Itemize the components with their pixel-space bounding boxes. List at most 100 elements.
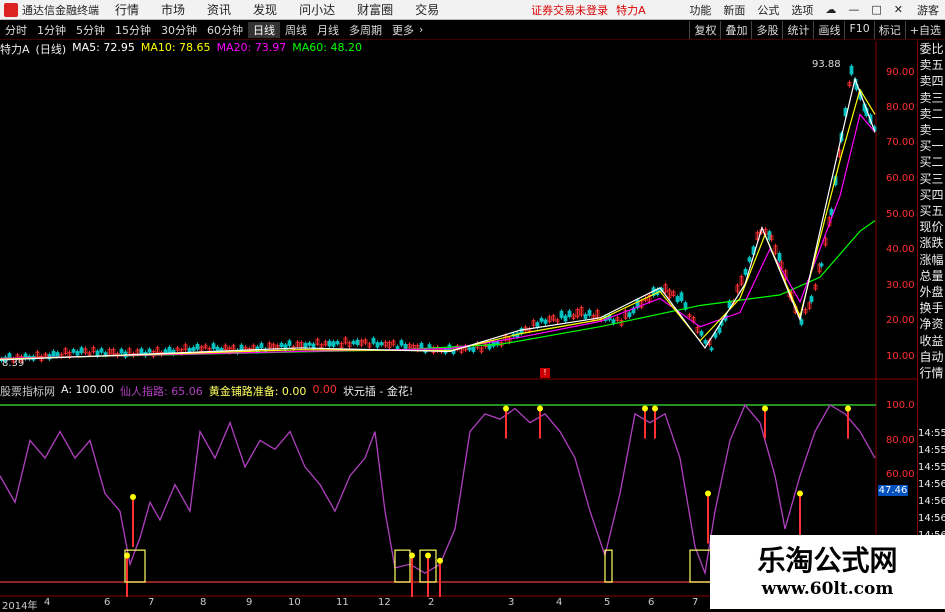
candle xyxy=(335,341,340,345)
sidebar-item[interactable]: 收益 xyxy=(918,333,945,349)
indicator-champion-label: 状元插 - 金花! xyxy=(342,385,414,398)
event-marker-icon[interactable]: ! xyxy=(540,368,550,378)
sidebar-item[interactable]: 行情 xyxy=(918,365,945,381)
sidebar-item[interactable]: 卖四 xyxy=(918,73,945,89)
time-tick: 14:56 xyxy=(918,479,945,490)
date-tick: 7 xyxy=(148,597,155,608)
ma5-line xyxy=(0,77,876,361)
candle xyxy=(703,340,708,344)
sidebar-item[interactable]: 总量 xyxy=(918,268,945,284)
candle xyxy=(395,346,400,350)
candle xyxy=(215,346,220,352)
sidebar-item[interactable]: 买二 xyxy=(918,154,945,170)
sidebar-item[interactable]: 买三 xyxy=(918,171,945,187)
candle xyxy=(239,344,244,351)
candle xyxy=(147,348,152,353)
candle xyxy=(399,340,404,346)
date-tick: 4 xyxy=(556,597,563,608)
candle xyxy=(583,314,588,319)
sidebar-item[interactable]: 卖一 xyxy=(918,122,945,138)
candle xyxy=(211,343,216,350)
candle xyxy=(371,337,376,344)
signal-dot xyxy=(762,405,768,412)
indicator-header: 股票指标网 A: 100.00 仙人指路: 65.06 黄金铺路准备: 0.00… xyxy=(0,383,917,398)
candle xyxy=(55,352,60,357)
sidebar-item[interactable]: 净资 xyxy=(918,316,945,332)
candle xyxy=(71,349,76,353)
signal-dot xyxy=(130,494,136,501)
sidebar-item[interactable]: 自动 xyxy=(918,349,945,365)
sidebar-item[interactable]: 买五 xyxy=(918,203,945,219)
date-tick: 7 xyxy=(692,597,699,608)
candle xyxy=(627,312,632,318)
candle xyxy=(777,253,782,262)
candle xyxy=(375,342,380,348)
candle xyxy=(307,342,312,346)
sidebar-item[interactable]: 外盘 xyxy=(918,284,945,300)
sidebar-item[interactable]: 买四 xyxy=(918,187,945,203)
indicator-gold-label: 黄金铺路准备: 0.00 xyxy=(208,385,307,398)
candle xyxy=(559,310,564,318)
candle xyxy=(587,310,592,316)
sidebar-item[interactable]: 卖二 xyxy=(918,106,945,122)
candle xyxy=(467,347,472,351)
price-tick: 50.00 xyxy=(886,209,915,220)
candle xyxy=(51,350,56,357)
candle xyxy=(709,347,714,351)
date-tick: 9 xyxy=(246,597,253,608)
candle xyxy=(195,343,200,350)
candle xyxy=(543,319,548,324)
indicator-axis: 100.0 80.00 60.00 47.46 xyxy=(878,397,918,537)
indicator-fairy-label: 仙人指路: 65.06 xyxy=(120,385,203,398)
watermark-url: www.60lt.com xyxy=(761,579,894,599)
candle xyxy=(717,327,722,334)
indicator-name[interactable]: 股票指标网 xyxy=(0,383,55,398)
sidebar-item[interactable]: 涨跌 xyxy=(918,235,945,251)
sidebar-item[interactable]: 卖五 xyxy=(918,57,945,73)
candle xyxy=(167,346,172,353)
ma20-line xyxy=(0,113,876,360)
date-axis: 2014年 4 6 7 8 9 10 11 12 2 3 4 5 6 7 xyxy=(0,597,710,612)
sidebar-item[interactable]: 卖三 xyxy=(918,90,945,106)
candle xyxy=(403,344,408,350)
candle xyxy=(563,315,568,322)
indicator-current-value: 47.46 xyxy=(878,485,908,496)
candle xyxy=(303,343,308,348)
indicator-tick: 100.0 xyxy=(886,400,915,411)
candle xyxy=(75,351,80,356)
sidebar-item[interactable]: 委比 xyxy=(918,41,945,57)
candle xyxy=(99,348,104,353)
site-watermark: 乐淘公式网 www.60lt.com xyxy=(710,535,945,609)
candle xyxy=(351,340,356,345)
candle xyxy=(419,343,424,349)
price-tick: 10.00 xyxy=(886,351,915,362)
price-tick: 40.00 xyxy=(886,244,915,255)
price-axis: 90.00 80.00 70.00 60.00 50.00 40.00 30.0… xyxy=(878,41,918,381)
candle xyxy=(699,331,704,336)
candle xyxy=(743,268,748,275)
date-tick: 12 xyxy=(378,597,391,608)
candle xyxy=(747,257,752,262)
signal-dot xyxy=(425,552,431,559)
indicator-tick: 80.00 xyxy=(886,435,915,446)
date-tick: 10 xyxy=(288,597,301,608)
candle xyxy=(327,340,332,347)
price-tick: 30.00 xyxy=(886,280,915,291)
candle xyxy=(259,343,264,348)
sidebar-item[interactable]: 买一 xyxy=(918,138,945,154)
date-tick: 2014年 xyxy=(2,601,38,612)
date-tick: 2 xyxy=(428,597,435,608)
candle xyxy=(331,341,336,347)
candle xyxy=(535,322,540,328)
candle xyxy=(809,296,814,303)
date-tick: 5 xyxy=(604,597,611,608)
kline-chart[interactable] xyxy=(0,0,917,597)
guest-label[interactable]: 游客 xyxy=(917,2,939,18)
signal-dot xyxy=(503,405,509,412)
sidebar-item[interactable]: 换手 xyxy=(918,300,945,316)
sidebar-item[interactable]: 现价 xyxy=(918,219,945,235)
signal-dot xyxy=(705,490,711,497)
candle xyxy=(539,318,544,322)
sidebar-item[interactable]: 涨幅 xyxy=(918,252,945,268)
candle xyxy=(355,339,360,346)
